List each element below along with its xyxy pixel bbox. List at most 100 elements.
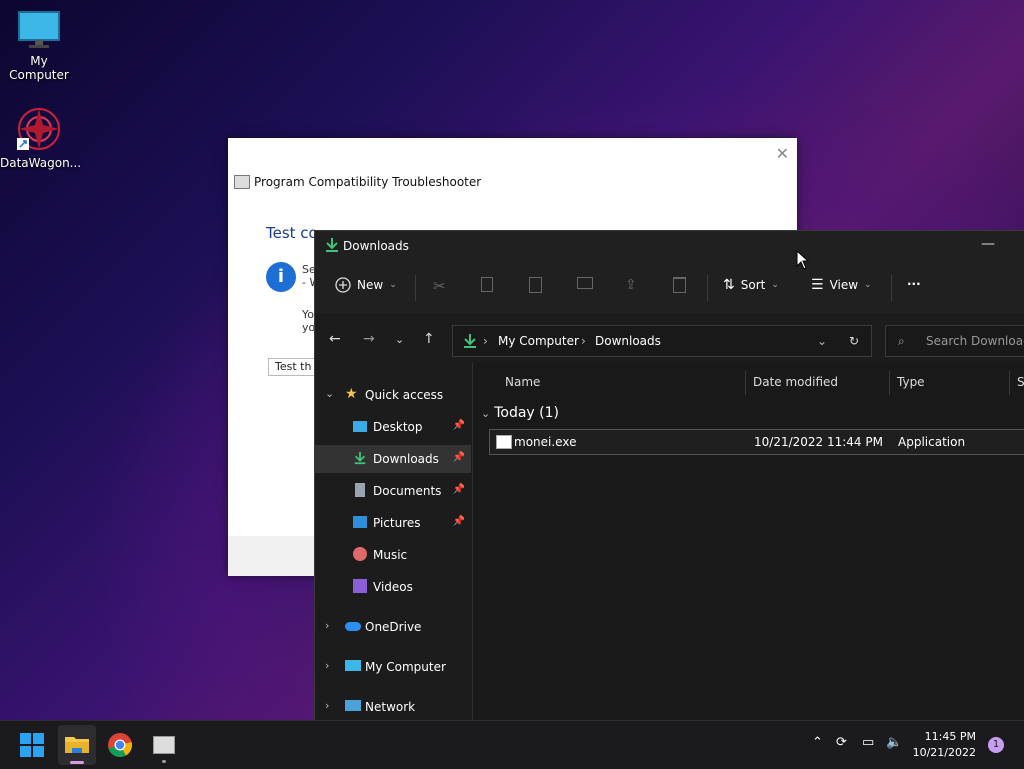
taskbar: ⌃ ⟳ ▭ 🔈 11:45 PM 10/21/2022 1: [0, 720, 1024, 769]
mouse-cursor-icon: [796, 250, 810, 270]
nav-videos[interactable]: Videos: [315, 573, 471, 601]
chevron-down-icon: ⌄: [771, 280, 779, 290]
nav-label: Documents: [373, 484, 442, 498]
back-icon[interactable]: ←: [329, 331, 341, 347]
command-bar: New ⌄ ✂ ⇪ ⇅ Sort ⌄ ☰ View ⌄ ···: [315, 263, 1024, 314]
troubleshooter-heading: Test co: [266, 224, 318, 242]
close-icon[interactable]: ✕: [776, 144, 789, 163]
copy-icon: [481, 277, 493, 292]
start-icon[interactable]: [16, 729, 48, 761]
pin-icon[interactable]: 📌: [453, 484, 465, 495]
refresh-icon[interactable]: ↻: [849, 334, 859, 348]
window-title: Downloads: [343, 239, 409, 253]
pin-icon[interactable]: 📌: [453, 452, 465, 463]
time: 11:45 PM: [924, 730, 976, 743]
desktop-icon-label: My Computer: [9, 54, 69, 82]
music-icon: [353, 547, 367, 561]
column-header-date[interactable]: Date modified: [753, 375, 838, 389]
nav-label: Desktop: [373, 420, 423, 434]
pictures-icon: [353, 516, 367, 528]
chevron-down-icon[interactable]: ⌄: [817, 334, 827, 348]
view-button[interactable]: ☰ View ⌄: [811, 277, 872, 293]
desktop-icon-datawagon[interactable]: DataWagon...: [0, 106, 81, 170]
pin-icon[interactable]: 📌: [453, 420, 465, 431]
new-label: New: [357, 278, 384, 292]
nav-pictures[interactable]: Pictures 📌: [315, 509, 471, 537]
sort-button[interactable]: ⇅ Sort ⌄: [723, 277, 779, 293]
pin-icon[interactable]: 📌: [453, 516, 465, 527]
view-lines-icon: ☰: [811, 277, 824, 293]
cut-button[interactable]: ✂: [433, 277, 446, 295]
chevron-right-icon: ›: [581, 334, 586, 348]
table-row[interactable]: monei.exe 10/21/2022 11:44 PM Applicatio…: [489, 429, 1024, 455]
copy-button[interactable]: [481, 277, 493, 292]
recent-locations-icon[interactable]: ⌄: [395, 333, 404, 346]
minimize-icon[interactable]: —: [981, 236, 995, 252]
search-box[interactable]: ⌕ Search Downloads: [885, 325, 1024, 357]
file-date: 10/21/2022 11:44 PM: [754, 435, 883, 449]
desktop-icon-my-computer[interactable]: My Computer: [0, 10, 78, 82]
chrome-icon[interactable]: [104, 729, 136, 761]
forward-icon[interactable]: →: [363, 331, 375, 347]
troubleshooter-taskbar-button[interactable]: [148, 729, 180, 763]
group-header-today[interactable]: ⌄ Today (1): [481, 405, 559, 421]
window-title: Program Compatibility Troubleshooter: [254, 175, 482, 189]
rename-button[interactable]: [577, 277, 593, 289]
folder-icon: [65, 737, 89, 753]
running-indicator: [162, 760, 166, 763]
volume-icon[interactable]: 🔈: [886, 735, 902, 750]
troubleshooter-icon: [234, 175, 250, 189]
column-header-name[interactable]: Name: [505, 375, 540, 389]
nav-label: Network: [365, 700, 416, 714]
download-icon: [464, 334, 476, 348]
clock[interactable]: 11:45 PM 10/21/2022: [913, 729, 976, 761]
chevron-up-icon[interactable]: ⌃: [812, 735, 823, 750]
nav-documents[interactable]: Documents 📌: [315, 477, 471, 505]
nav-onedrive[interactable]: › OneDrive: [315, 613, 471, 641]
share-icon: ⇪: [625, 277, 637, 293]
nav-quick-access[interactable]: ⌄ ★ Quick access: [315, 381, 471, 409]
nav-label: Quick access: [365, 388, 444, 402]
nav-desktop[interactable]: Desktop 📌: [315, 413, 471, 441]
navigation-pane: ⌄ ★ Quick access Desktop 📌 Downloads 📌 D…: [315, 363, 473, 721]
download-icon: [326, 238, 338, 252]
new-button[interactable]: New ⌄: [335, 277, 397, 293]
application-icon: [496, 435, 512, 449]
monitor-icon: [18, 11, 60, 48]
paste-button[interactable]: [529, 277, 542, 293]
search-icon: ⌕: [898, 334, 905, 348]
column-header-size[interactable]: Si: [1017, 375, 1024, 389]
nav-downloads[interactable]: Downloads 📌: [315, 445, 471, 473]
nav-network[interactable]: › Network: [315, 693, 471, 721]
chevron-down-icon: ⌄: [389, 280, 397, 290]
sync-icon[interactable]: ⟳: [836, 735, 847, 750]
nav-label: My Computer: [365, 660, 446, 674]
search-input[interactable]: Search Downloads: [926, 334, 1024, 348]
up-icon[interactable]: ↑: [423, 331, 435, 347]
cloud-icon: [345, 622, 361, 631]
network-status-icon[interactable]: ▭: [862, 735, 874, 750]
clipboard-icon: [529, 277, 542, 293]
breadcrumb-my-computer[interactable]: My Computer: [498, 334, 579, 348]
file-explorer-window[interactable]: Downloads — New ⌄ ✂ ⇪ ⇅ Sort ⌄ ☰ View ⌄ …: [314, 230, 1024, 721]
address-bar[interactable]: › My Computer › Downloads ⌄ ↻: [452, 325, 872, 357]
column-header-type[interactable]: Type: [897, 375, 925, 389]
chevron-right-icon: ›: [483, 334, 488, 348]
more-options-button[interactable]: ···: [907, 277, 921, 291]
video-icon: [353, 579, 367, 593]
nav-my-computer[interactable]: › My Computer: [315, 653, 471, 681]
breadcrumb-downloads[interactable]: Downloads: [595, 334, 661, 348]
share-button[interactable]: ⇪: [625, 277, 637, 293]
file-name: monei.exe: [514, 435, 577, 449]
document-icon: [355, 483, 365, 497]
delete-button[interactable]: [673, 277, 686, 293]
desktop-icon: [353, 421, 367, 432]
title-bar[interactable]: Downloads —: [315, 231, 1024, 263]
nav-music[interactable]: Music: [315, 541, 471, 569]
download-icon: [354, 451, 366, 465]
plus-circle-icon: [335, 277, 351, 293]
file-explorer-taskbar-button[interactable]: [58, 725, 96, 765]
notification-badge[interactable]: 1: [988, 737, 1004, 753]
date: 10/21/2022: [912, 746, 976, 759]
view-label: View: [829, 278, 859, 292]
